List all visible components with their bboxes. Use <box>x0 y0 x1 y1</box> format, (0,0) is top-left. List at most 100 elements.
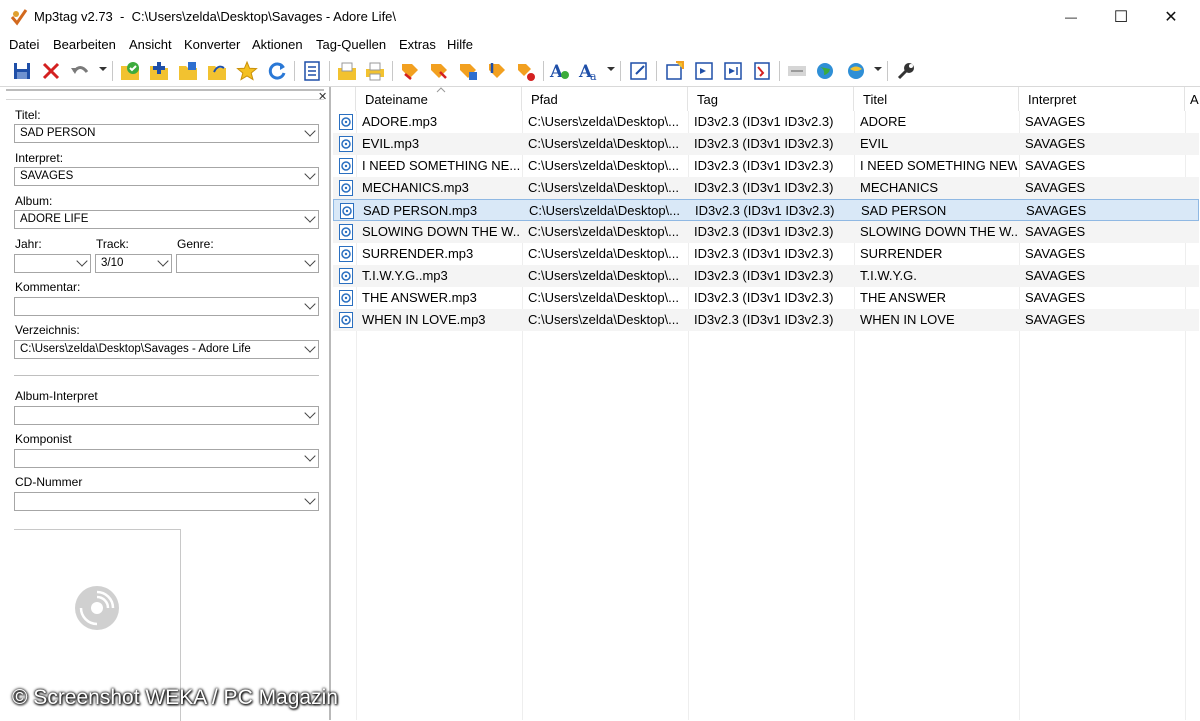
column-header-titel[interactable]: Titel <box>854 87 1019 111</box>
table-row[interactable]: MECHANICS.mp3 C:\Users\zelda\Desktop\... I… <box>333 177 1199 199</box>
remove-tag-icon[interactable] <box>40 60 62 82</box>
table-row[interactable]: I NEED SOMETHING NE... C:\Users\zelda\Des… <box>333 155 1199 177</box>
table-row[interactable]: WHEN IN LOVE.mp3 C:\Users\zelda\Desktop\.… <box>333 309 1199 331</box>
undo-dropdown-icon[interactable] <box>99 67 107 71</box>
menu-ansicht[interactable]: Ansicht <box>129 37 172 52</box>
cell-pfad: C:\Users\zelda\Desktop\... <box>528 114 679 129</box>
cell-interpret: SAVAGES <box>1025 268 1086 283</box>
change-folder-icon[interactable] <box>206 60 228 82</box>
verzeichnis-combo[interactable]: C:\Users\zelda\Desktop\Savages - Adore L… <box>14 340 319 359</box>
chevron-down-icon <box>76 255 88 267</box>
column-header-album[interactable]: A <box>1185 87 1200 111</box>
mp3tag-app-icon <box>10 9 28 26</box>
maximize-button[interactable]: ☐ <box>1096 0 1146 34</box>
table-row[interactable]: EVIL.mp3 C:\Users\zelda\Desktop\... ID3v2.… <box>333 133 1199 155</box>
save-icon[interactable] <box>11 60 33 82</box>
svg-text:A: A <box>549 62 564 82</box>
titel-combo[interactable]: SAD PERSON <box>14 124 319 143</box>
menu-konverter[interactable]: Konverter <box>184 37 240 52</box>
web-source-icon[interactable] <box>814 60 836 82</box>
album-interpret-combo[interactable] <box>14 406 319 425</box>
add-folder-icon[interactable] <box>177 60 199 82</box>
compare-icon[interactable] <box>786 60 808 82</box>
settings-wrench-icon[interactable] <box>895 60 917 82</box>
replace-dropdown-icon[interactable] <box>607 67 615 71</box>
column-header-icon[interactable] <box>331 87 356 111</box>
print-icon[interactable] <box>364 60 386 82</box>
toolbar-separator <box>543 61 544 81</box>
cell-tag: ID3v2.3 (ID3v1 ID3v2.3) <box>694 136 834 151</box>
cell-tag: ID3v2.3 (ID3v1 ID3v2.3) <box>694 246 834 261</box>
close-button[interactable]: ✕ <box>1146 0 1196 34</box>
playlist-import-icon[interactable] <box>693 60 715 82</box>
menu-hilfe[interactable]: Hilfe <box>447 37 473 52</box>
tag-to-tag-icon[interactable] <box>486 60 508 82</box>
undo-icon[interactable] <box>69 60 91 82</box>
chevron-down-icon <box>304 255 316 267</box>
table-row[interactable]: THE ANSWER.mp3 C:\Users\zelda\Desktop\...… <box>333 287 1199 309</box>
cell-dateiname: SAD PERSON.mp3 <box>363 203 478 218</box>
label-interpret: Interpret: <box>15 151 64 165</box>
extended-tags-icon[interactable] <box>628 60 650 82</box>
export-icon[interactable] <box>336 60 358 82</box>
cell-tag: ID3v2.3 (ID3v1 ID3v2.3) <box>694 268 834 283</box>
playlist-icon[interactable] <box>664 60 686 82</box>
jahr-combo[interactable] <box>14 254 91 273</box>
cell-interpret: SAVAGES <box>1025 114 1086 129</box>
track-combo[interactable]: 3/10 <box>95 254 172 273</box>
table-row[interactable]: T.I.W.Y.G..mp3 C:\Users\zelda\Desktop\...… <box>333 265 1199 287</box>
column-header-tag[interactable]: Tag <box>688 87 854 111</box>
cell-titel: WHEN IN LOVE <box>860 312 955 327</box>
kommentar-combo[interactable] <box>14 297 319 316</box>
menu-extras[interactable]: Extras <box>399 37 436 52</box>
cell-tag: ID3v2.3 (ID3v1 ID3v2.3) <box>694 290 834 305</box>
web-source-dropdown-icon[interactable] <box>874 67 882 71</box>
replace-text-icon[interactable]: Aa <box>578 60 600 82</box>
cell-dateiname: SLOWING DOWN THE W... <box>362 224 520 239</box>
column-header-interpret[interactable]: Interpret <box>1019 87 1185 111</box>
menu-tag-quellen[interactable]: Tag-Quellen <box>316 37 386 52</box>
autonumber-icon[interactable] <box>515 60 537 82</box>
verzeichnis-value: C:\Users\zelda\Desktop\Savages - Adore L… <box>20 343 251 355</box>
menu-bearbeiten[interactable]: Bearbeiten <box>53 37 116 52</box>
cell-titel: T.I.W.Y.G. <box>860 268 917 283</box>
menu-datei[interactable]: Datei <box>9 37 39 52</box>
table-row[interactable]: SLOWING DOWN THE W... C:\Users\zelda\Desk… <box>333 221 1199 243</box>
favorite-star-icon[interactable] <box>236 60 258 82</box>
table-row[interactable]: SAD PERSON.mp3 C:\Users\zelda\Desktop\...… <box>333 199 1199 221</box>
cell-interpret: SAVAGES <box>1026 203 1087 218</box>
refresh-icon[interactable] <box>266 60 288 82</box>
chevron-down-icon <box>304 125 316 137</box>
table-row[interactable]: SURRENDER.mp3 C:\Users\zelda\Desktop\... I… <box>333 243 1199 265</box>
save-green-icon[interactable] <box>119 60 141 82</box>
playlist-export-icon[interactable] <box>722 60 744 82</box>
cell-tag: ID3v2.3 (ID3v1 ID3v2.3) <box>694 180 834 195</box>
add-file-icon[interactable] <box>148 60 170 82</box>
filter-icon[interactable] <box>751 60 773 82</box>
label-verzeichnis: Verzeichnis: <box>15 323 80 337</box>
case-convert-icon[interactable]: A <box>549 60 571 82</box>
mp3-file-icon <box>340 203 354 219</box>
column-header-pfad[interactable]: Pfad <box>522 87 688 111</box>
genre-combo[interactable] <box>176 254 319 273</box>
tag-to-filename-icon[interactable] <box>399 60 421 82</box>
list-view-icon[interactable] <box>301 60 323 82</box>
web-source-menu-icon[interactable] <box>845 60 867 82</box>
interpret-combo[interactable]: SAVAGES <box>14 167 319 186</box>
minimize-button[interactable]: — <box>1046 0 1096 34</box>
cell-dateiname: MECHANICS.mp3 <box>362 180 469 195</box>
menu-bar: Datei Bearbeiten Ansicht Konverter Aktio… <box>0 34 1200 56</box>
column-header-dateiname[interactable]: Dateiname <box>356 87 522 111</box>
cd-nummer-combo[interactable] <box>14 492 319 511</box>
filename-to-tag-icon[interactable] <box>428 60 450 82</box>
mp3-file-icon <box>339 224 353 240</box>
cell-titel: SAD PERSON <box>861 203 947 218</box>
cell-dateiname: I NEED SOMETHING NE... <box>362 158 520 173</box>
menu-aktionen[interactable]: Aktionen <box>252 37 303 52</box>
table-row[interactable]: ADORE.mp3 C:\Users\zelda\Desktop\... ID3v2… <box>333 111 1199 133</box>
album-combo[interactable]: ADORE LIFE <box>14 210 319 229</box>
close-panel-icon[interactable]: ✕ <box>318 90 327 103</box>
interpret-value: SAVAGES <box>20 170 74 182</box>
text-to-tag-icon[interactable] <box>457 60 479 82</box>
komponist-combo[interactable] <box>14 449 319 468</box>
